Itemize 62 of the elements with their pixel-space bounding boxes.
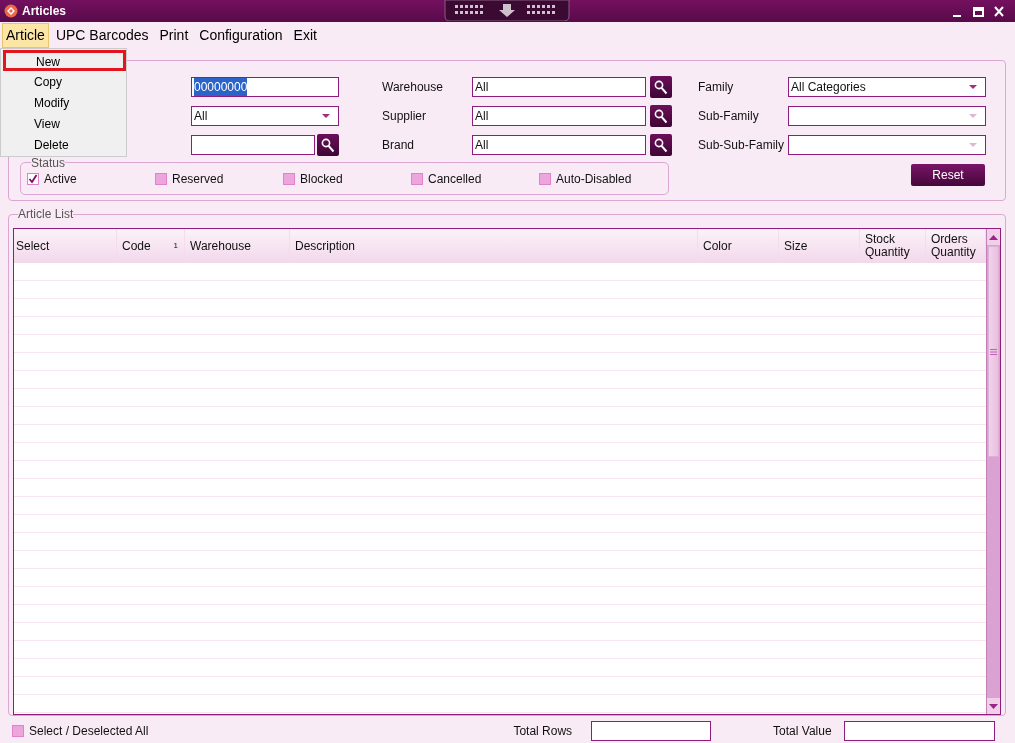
column-header[interactable]: Code 1 (117, 229, 185, 263)
field-label: Sub-Family (698, 108, 760, 125)
search-button[interactable] (650, 105, 672, 127)
field-label: Brand (382, 137, 416, 154)
field-label: Total Rows (513, 723, 573, 740)
scroll-down-icon[interactable] (987, 698, 1000, 714)
column-header[interactable]: Size (779, 229, 860, 263)
toolbar-handle-drawing[interactable] (443, 0, 571, 21)
search-button[interactable] (317, 134, 339, 156)
menu-item[interactable]: Print (155, 23, 193, 48)
field-label: Sub-Sub-Family (698, 137, 786, 154)
checkbox-label: Auto-Disabled (556, 170, 632, 188)
reset-button[interactable]: Reset (911, 164, 985, 186)
search-button[interactable] (650, 134, 672, 156)
field-label: Warehouse (382, 79, 444, 96)
scroll-thumb[interactable] (988, 246, 999, 457)
dropdown-field[interactable]: All Categories (788, 77, 986, 97)
menu-option[interactable]: New (3, 50, 126, 71)
group-title: Article List (18, 207, 74, 221)
column-header[interactable]: Description (290, 229, 698, 263)
checkbox-label: Active (44, 170, 77, 188)
menu-item[interactable]: Exit (289, 23, 321, 48)
checkbox[interactable] (283, 172, 295, 185)
menu-item[interactable]: Configuration (195, 23, 287, 48)
scrollbar[interactable] (986, 229, 1000, 714)
app-logo-icon (4, 4, 18, 18)
checkbox[interactable] (539, 172, 551, 185)
text-field[interactable]: All (472, 135, 646, 155)
checkbox[interactable] (155, 172, 167, 185)
checkbox-label: Reserved (172, 170, 224, 188)
checkbox[interactable] (27, 172, 39, 185)
sort-order: 1 (173, 240, 178, 252)
maximize-icon[interactable] (973, 5, 984, 17)
menu-item[interactable]: Article (2, 23, 49, 48)
checkbox[interactable] (411, 172, 423, 185)
menu-option[interactable]: Delete (1, 134, 126, 155)
search-button[interactable] (650, 76, 672, 98)
checkbox-label: Select / Deselected All (29, 723, 149, 740)
total-value-field[interactable] (843, 721, 995, 741)
total-rows-field[interactable] (591, 721, 712, 741)
menu-option[interactable]: Copy (1, 71, 126, 92)
checkbox-label: Blocked (300, 170, 343, 188)
column-header[interactable]: Warehouse (185, 229, 290, 263)
dropdown-field[interactable]: All (191, 106, 339, 126)
column-header[interactable]: Color (698, 229, 779, 263)
scroll-up-icon[interactable] (987, 229, 1000, 245)
column-header[interactable]: Stock Quantity (860, 229, 926, 263)
checkbox-label: Cancelled (428, 170, 482, 188)
search-field[interactable] (191, 135, 315, 155)
field-label: Family (698, 79, 735, 96)
menu-item[interactable]: UPC Barcodes (51, 23, 153, 48)
menu-option[interactable]: Modify (1, 92, 126, 113)
menu-option[interactable]: View (1, 113, 126, 134)
column-header[interactable]: Select (14, 229, 117, 263)
checkbox[interactable] (12, 725, 24, 737)
field-label: Supplier (382, 108, 428, 125)
text-field[interactable]: All (472, 106, 646, 126)
field-label: Total Value (773, 723, 832, 740)
text-field[interactable]: All (472, 77, 646, 97)
close-icon[interactable] (994, 5, 1005, 17)
window-title: Articles (22, 3, 67, 20)
text-field[interactable]: 00000000 (191, 77, 339, 97)
